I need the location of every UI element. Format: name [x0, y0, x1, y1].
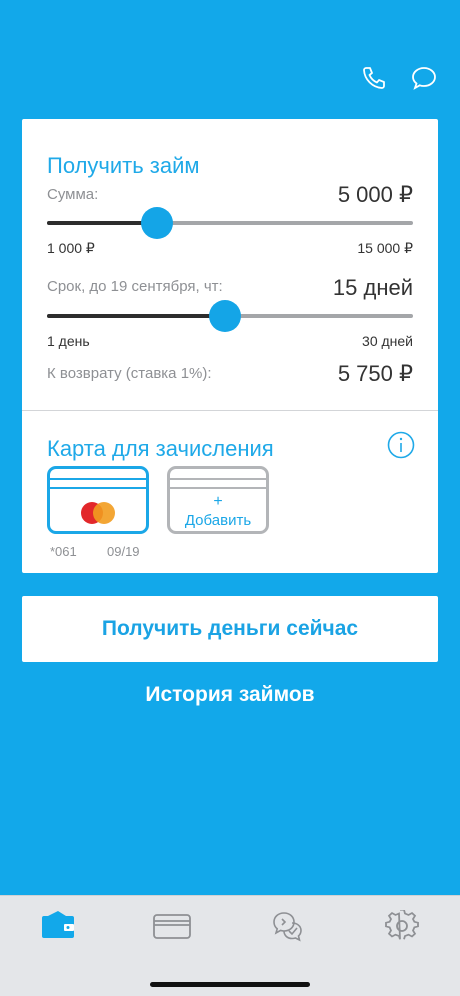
term-label: Срок, до 19 сентября, чт:	[47, 278, 223, 295]
amount-max: 15 000 ₽	[357, 240, 413, 256]
card-stripe	[50, 478, 146, 489]
divider	[22, 410, 438, 411]
return-label: К возврату (ставка 1%):	[47, 365, 212, 382]
amount-slider-knob[interactable]	[140, 207, 173, 239]
phone-icon[interactable]	[360, 64, 388, 92]
loan-history-link[interactable]: История займов	[0, 683, 460, 707]
card-expiry: 09/19	[107, 544, 140, 559]
chat-check-icon[interactable]	[268, 910, 308, 942]
term-value: 15 дней	[332, 275, 413, 300]
get-money-button[interactable]: Получить деньги сейчас	[22, 596, 438, 662]
wallet-icon[interactable]	[38, 910, 78, 942]
settings-icon[interactable]	[382, 909, 422, 942]
card-stripe	[170, 478, 266, 489]
loan-title: Получить займ	[47, 153, 200, 178]
return-value: 5 750 ₽	[337, 361, 413, 386]
card-icon[interactable]	[152, 910, 192, 942]
term-max: 30 дней	[362, 333, 413, 349]
card-number: *061	[50, 544, 77, 559]
term-slider[interactable]	[47, 300, 413, 332]
plus-icon: +	[213, 493, 223, 510]
home-indicator	[150, 982, 310, 987]
amount-min: 1 000 ₽	[47, 240, 95, 256]
amount-slider[interactable]	[47, 207, 413, 239]
term-min: 1 день	[47, 333, 90, 349]
payout-card-title: Карта для зачисления	[47, 436, 274, 461]
amount-value: 5 000 ₽	[337, 182, 413, 207]
chat-bubble-icon[interactable]	[410, 64, 438, 92]
mastercard-icon	[81, 502, 117, 524]
info-icon[interactable]	[387, 431, 415, 459]
add-card-label: Добавить	[184, 512, 252, 529]
amount-label: Сумма:	[47, 186, 99, 203]
selected-card[interactable]	[47, 466, 149, 534]
term-slider-fill	[47, 314, 225, 318]
term-slider-knob[interactable]	[208, 300, 241, 332]
tab-bar	[0, 895, 460, 996]
add-card-button[interactable]: + Добавить	[167, 466, 269, 534]
loan-card: Получить займ Сумма: 5 000 ₽ 1 000 ₽ 15 …	[22, 119, 438, 573]
